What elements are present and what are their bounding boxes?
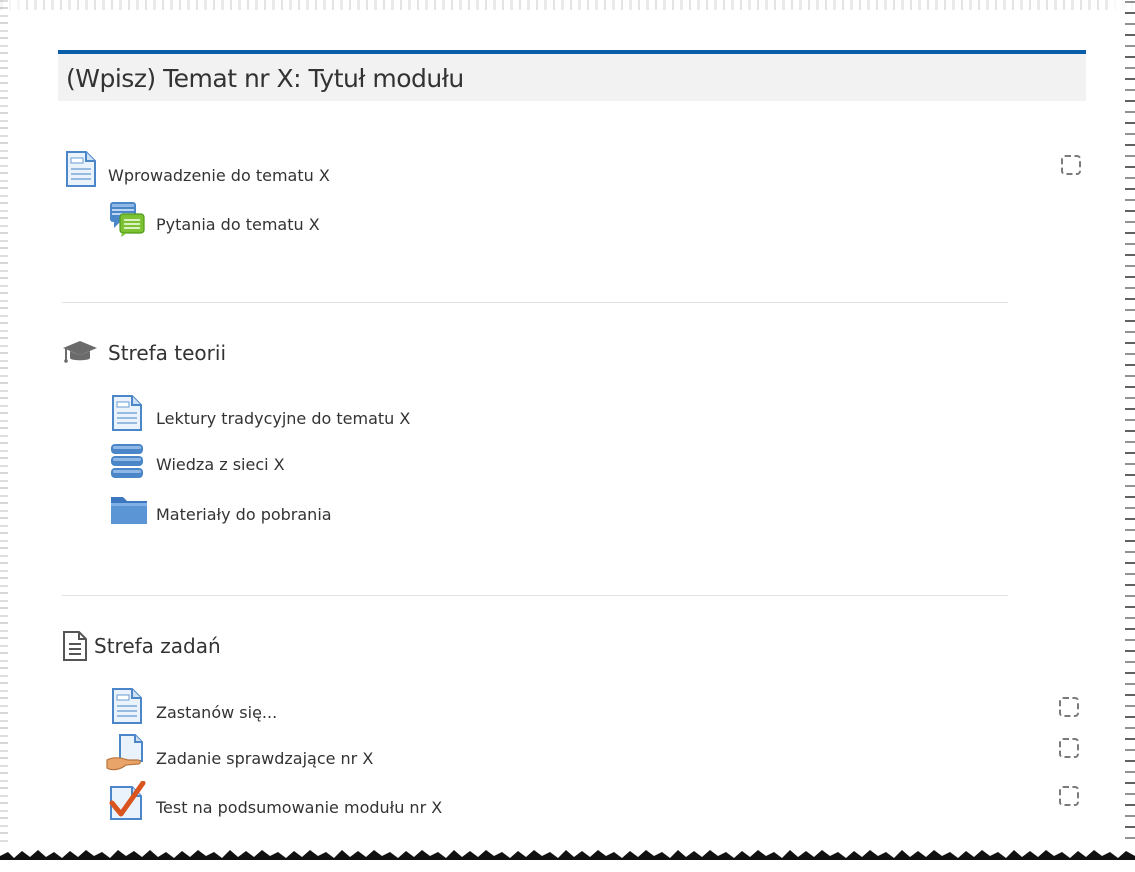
divider — [62, 302, 1008, 303]
activity-label[interactable]: Wiedza z sieci X — [156, 455, 285, 474]
torn-edge-bottom — [0, 842, 1135, 872]
database-icon — [110, 443, 144, 479]
activity-wprowadzenie[interactable]: Wprowadzenie do tematu X — [64, 150, 330, 188]
page-icon — [64, 150, 98, 188]
activity-label[interactable]: Lektury tradycyjne do tematu X — [156, 409, 410, 428]
activity-zastanow[interactable]: Zastanów się... — [110, 687, 277, 725]
page-icon — [110, 394, 144, 432]
activity-label[interactable]: Zastanów się... — [156, 703, 277, 722]
torn-edge-left — [0, 0, 22, 872]
graduation-cap-icon — [62, 338, 98, 368]
section-header: (Wpisz) Temat nr X: Tytuł modułu — [58, 50, 1086, 101]
activity-label[interactable]: Materiały do pobrania — [156, 505, 332, 524]
divider — [62, 595, 1008, 596]
activity-label[interactable]: Test na podsumowanie modułu nr X — [156, 798, 442, 817]
completion-checkbox[interactable] — [1059, 786, 1079, 806]
completion-checkbox[interactable] — [1059, 738, 1079, 758]
zone-heading-teorii: Strefa teorii — [62, 338, 226, 368]
folder-icon — [110, 493, 148, 525]
activity-pytania[interactable]: Pytania do tematu X — [108, 200, 320, 238]
activity-lektury[interactable]: Lektury tradycyjne do tematu X — [110, 394, 410, 432]
zone-title: Strefa zadań — [94, 634, 221, 658]
zone-title: Strefa teorii — [108, 341, 226, 365]
completion-checkbox[interactable] — [1059, 697, 1079, 717]
completion-checkbox[interactable] — [1061, 155, 1081, 175]
zone-heading-zadan: Strefa zadań — [62, 631, 221, 661]
page-icon — [110, 687, 144, 725]
torn-edge-right — [1111, 0, 1135, 872]
torn-edge-top — [0, 0, 1135, 24]
activity-label[interactable]: Pytania do tematu X — [156, 215, 320, 234]
activity-test[interactable]: Test na podsumowanie modułu nr X — [108, 780, 442, 821]
activity-zadanie[interactable]: Zadanie sprawdzające nr X — [106, 734, 373, 772]
section-title: (Wpisz) Temat nr X: Tytuł modułu — [66, 64, 464, 93]
assignment-icon — [106, 734, 146, 772]
activity-materialy[interactable]: Materiały do pobrania — [110, 493, 332, 525]
activity-label[interactable]: Zadanie sprawdzające nr X — [156, 749, 373, 768]
document-icon — [62, 631, 88, 661]
quiz-checkmark-icon — [108, 780, 146, 821]
activity-wiedza[interactable]: Wiedza z sieci X — [110, 443, 285, 479]
forum-icon — [108, 200, 146, 238]
activity-label[interactable]: Wprowadzenie do tematu X — [108, 166, 330, 185]
